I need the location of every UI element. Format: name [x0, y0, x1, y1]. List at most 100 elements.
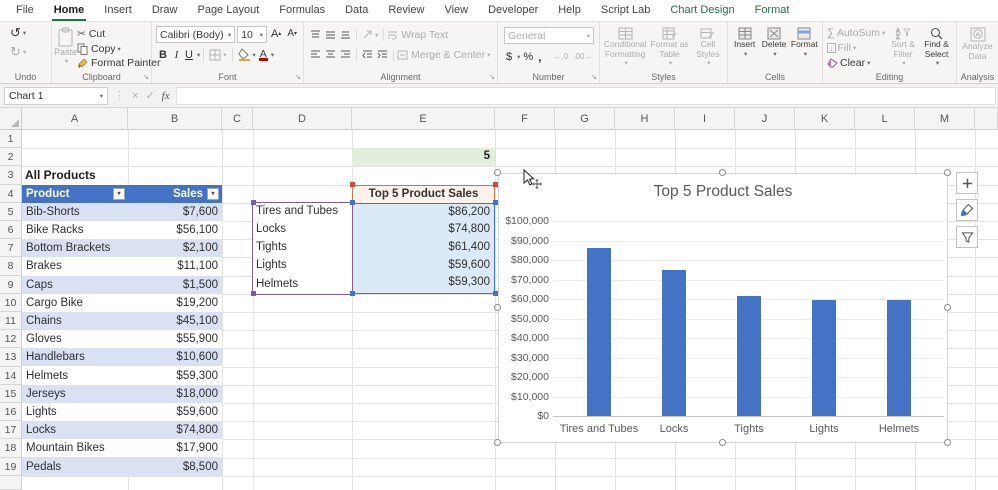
- cell-a3-all-products[interactable]: All Products: [22, 166, 222, 184]
- row-header-4[interactable]: 4: [0, 185, 22, 203]
- column-header-m[interactable]: M: [915, 108, 975, 130]
- chart-elements-button[interactable]: [956, 172, 978, 194]
- clear-button[interactable]: Clear▾: [827, 56, 885, 69]
- column-header-f[interactable]: F: [495, 108, 555, 130]
- format-painter-button[interactable]: Format Painter: [77, 56, 160, 70]
- tab-chart-design[interactable]: Chart Design: [660, 0, 744, 21]
- y-axis-tick-label[interactable]: $20,000: [501, 371, 549, 383]
- cell-styles-button[interactable]: Cell Styles▾: [691, 25, 725, 70]
- cancel-formula-button[interactable]: ×: [132, 90, 138, 102]
- currency-format-button[interactable]: $: [504, 49, 514, 64]
- row-header-10[interactable]: 10: [0, 294, 22, 312]
- row-header-8[interactable]: 8: [0, 257, 22, 275]
- product-column-header[interactable]: Product▾: [22, 188, 128, 200]
- y-axis-tick-label[interactable]: $60,000: [501, 293, 549, 305]
- table-row-bib-shorts[interactable]: Bib-Shorts$7,600: [22, 203, 222, 221]
- copy-button[interactable]: Copy▾: [77, 42, 160, 56]
- value-range-handle[interactable]: [350, 291, 355, 296]
- table-row-jerseys[interactable]: Jerseys$18,000: [22, 385, 222, 403]
- chart-resize-handle-w[interactable]: [494, 304, 501, 311]
- tab-view[interactable]: View: [434, 0, 478, 21]
- chart-title[interactable]: Top 5 Product Sales: [499, 183, 947, 201]
- formula-input[interactable]: [176, 87, 996, 105]
- row-header-11[interactable]: 11: [0, 312, 22, 330]
- font-dialog-launcher[interactable]: ↘: [295, 74, 301, 81]
- table-row-chains[interactable]: Chains$45,100: [22, 312, 222, 330]
- tab-format[interactable]: Format: [745, 0, 800, 21]
- value-range-handle[interactable]: [350, 200, 355, 205]
- chart-bar-tights[interactable]: [737, 296, 761, 416]
- chart-filters-button[interactable]: [956, 226, 978, 248]
- value-range-handle[interactable]: [493, 291, 498, 296]
- merge-center-button[interactable]: Merge & Center▾: [397, 47, 490, 62]
- find-select-button[interactable]: Find & Select▾: [921, 26, 952, 69]
- top5-value-tires-and-tubes[interactable]: $86,200: [353, 204, 494, 222]
- column-header-a[interactable]: A: [22, 108, 128, 130]
- tab-insert[interactable]: Insert: [94, 0, 142, 21]
- align-right-button[interactable]: [338, 47, 353, 62]
- row-header-19[interactable]: 19: [0, 458, 22, 476]
- font-name-select[interactable]: Calibri (Body)▾: [156, 26, 235, 43]
- column-header-h[interactable]: H: [615, 108, 675, 130]
- clipboard-dialog-launcher[interactable]: ↘: [143, 74, 149, 81]
- sort-filter-button[interactable]: AZ Sort & Filter▾: [888, 26, 918, 69]
- table-row-locks[interactable]: Locks$74,800: [22, 421, 222, 439]
- column-header-c[interactable]: C: [222, 108, 253, 130]
- y-axis-tick-label[interactable]: $100,000: [501, 215, 549, 227]
- cell-e4-top5-header[interactable]: Top 5 Product Sales: [352, 185, 495, 204]
- percent-format-button[interactable]: %: [521, 49, 535, 64]
- top5-value-helmets[interactable]: $59,300: [353, 274, 494, 292]
- enter-formula-button[interactable]: ✓: [145, 89, 154, 102]
- table-row-bottom-brackets[interactable]: Bottom Brackets$2,100: [22, 239, 222, 257]
- sales-column-header[interactable]: Sales▾: [128, 188, 222, 200]
- table-row-mountain-bikes[interactable]: Mountain Bikes$17,900: [22, 439, 222, 457]
- insert-cells-button[interactable]: Insert▾: [730, 25, 759, 70]
- chart-top5-product-sales[interactable]: Top 5 Product Sales $0$10,000$20,000$30,…: [498, 173, 948, 443]
- comma-format-button[interactable]: ,: [536, 49, 543, 64]
- chart-category-label-helmets[interactable]: Helmets: [854, 423, 944, 435]
- table-row-cargo-bike[interactable]: Cargo Bike$19,200: [22, 294, 222, 312]
- align-bottom-button[interactable]: [338, 27, 353, 42]
- tab-review[interactable]: Review: [378, 0, 434, 21]
- top5-category-tights[interactable]: Tights: [253, 239, 352, 257]
- tab-file[interactable]: File: [6, 0, 44, 21]
- tab-page-layout[interactable]: Page Layout: [187, 0, 269, 21]
- chart-resize-handle-ne[interactable]: [944, 169, 951, 176]
- underline-dropdown[interactable]: ▾: [197, 51, 200, 59]
- y-axis-tick-label[interactable]: $70,000: [501, 274, 549, 286]
- align-middle-button[interactable]: [323, 27, 338, 42]
- row-header-9[interactable]: 9: [0, 276, 22, 294]
- tab-draw[interactable]: Draw: [142, 0, 188, 21]
- column-header-j[interactable]: J: [735, 108, 795, 130]
- alignment-dialog-launcher[interactable]: ↘: [489, 74, 495, 81]
- chart-styles-button[interactable]: [956, 199, 978, 221]
- row-header-13[interactable]: 13: [0, 348, 22, 366]
- align-center-button[interactable]: [323, 47, 338, 62]
- analyze-data-button[interactable]: Analyze Data: [959, 25, 996, 70]
- value-range-handle[interactable]: [493, 200, 498, 205]
- delete-cells-button[interactable]: Delete▾: [759, 25, 788, 70]
- column-header-g[interactable]: G: [555, 108, 615, 130]
- row-header-1[interactable]: 1: [0, 130, 22, 148]
- cut-button[interactable]: ✂ Cut: [77, 27, 160, 41]
- column-header-i[interactable]: I: [675, 108, 735, 130]
- chart-resize-handle-n[interactable]: [719, 169, 726, 176]
- tab-script-lab[interactable]: Script Lab: [591, 0, 661, 21]
- undo-button[interactable]: ↺▾: [10, 25, 26, 40]
- table-row-helmets[interactable]: Helmets$59,300: [22, 366, 222, 384]
- decrease-decimal-button[interactable]: .00→: [571, 49, 594, 64]
- insert-function-button[interactable]: fx: [162, 90, 170, 102]
- increase-decimal-button[interactable]: ←.0: [552, 49, 571, 64]
- row-header-3[interactable]: 3: [0, 166, 22, 184]
- autosum-button[interactable]: ∑ AutoSum▾: [827, 26, 885, 39]
- chart-bar-helmets[interactable]: [887, 300, 911, 416]
- paste-button[interactable]: Paste▾: [54, 25, 77, 70]
- chart-bar-lights[interactable]: [812, 300, 836, 416]
- table-row-caps[interactable]: Caps$1,500: [22, 276, 222, 294]
- wrap-text-button[interactable]: Wrap Text: [387, 27, 448, 42]
- chart-resize-handle-e[interactable]: [944, 304, 951, 311]
- font-size-select[interactable]: 10▾: [237, 26, 267, 43]
- row-header-14[interactable]: 14: [0, 367, 22, 385]
- chart-resize-handle-s[interactable]: [719, 439, 726, 446]
- row-header-7[interactable]: 7: [0, 239, 22, 257]
